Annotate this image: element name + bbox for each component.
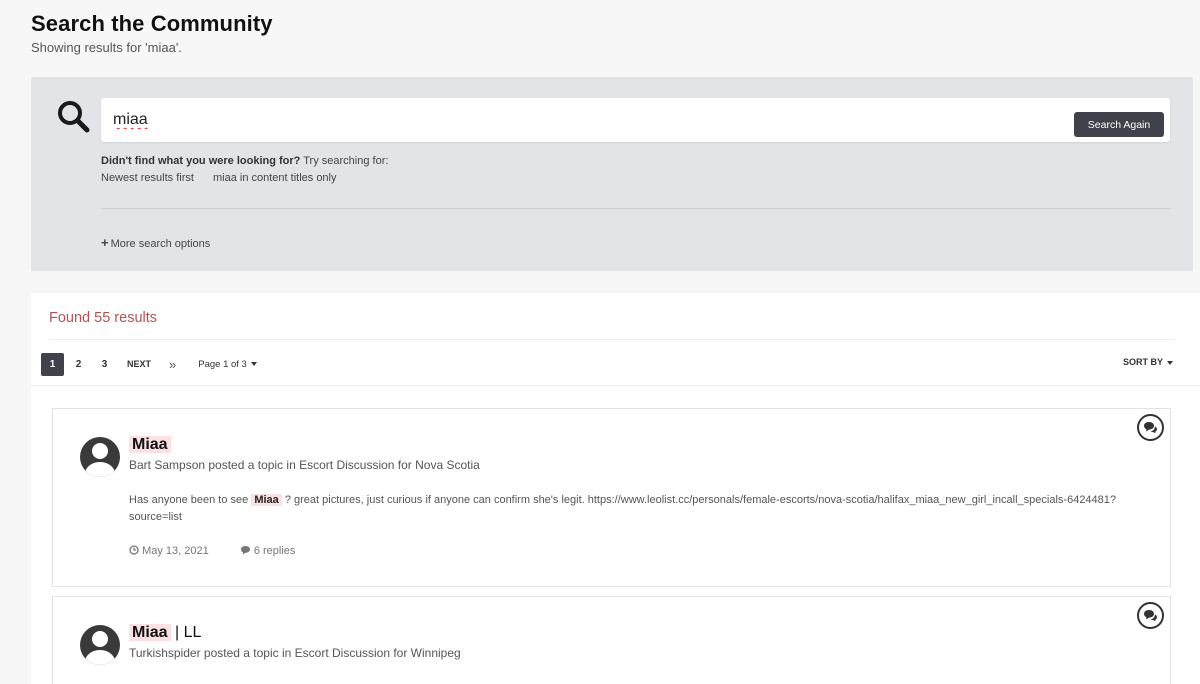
clock-icon (129, 545, 139, 555)
date-label: May 13, 2021 (142, 545, 209, 557)
plus-icon: + (101, 235, 109, 250)
next-page-button[interactable]: NEXT (127, 359, 151, 369)
result-card: Miaa | LL Turkishspider posted a topic i… (52, 596, 1171, 684)
result-meta: Bart Sampson posted a topic in Escort Di… (129, 458, 480, 472)
more-search-options-link[interactable]: + More search options (101, 235, 210, 250)
page-button-1[interactable]: 1 (41, 352, 64, 376)
results-count: Found 55 results (49, 310, 158, 326)
topic-type-icon (1137, 602, 1164, 629)
avatar[interactable] (80, 437, 120, 477)
suggestion-suffix: Try searching for: (300, 155, 389, 167)
avatar[interactable] (80, 625, 120, 665)
results-panel: Found 55 results 1 2 3 NEXT » Page 1 of … (31, 293, 1200, 684)
caret-down-icon (250, 361, 257, 366)
result-card: Miaa Bart Sampson posted a topic in Esco… (52, 408, 1171, 587)
replies-label: 6 replies (253, 545, 296, 557)
divider (31, 385, 1200, 386)
suggestion-link-titles-only[interactable]: miaa in content titles only (213, 172, 337, 184)
search-icon (58, 101, 90, 133)
sort-by-dropdown[interactable]: SORT BY (1123, 357, 1173, 367)
title-highlight: Miaa (129, 624, 171, 641)
result-snippet: Has anyone been to see Miaa ? great pict… (129, 492, 1119, 526)
divider (49, 339, 1175, 340)
more-options-label: More search options (110, 238, 211, 250)
result-date: May 13, 2021 (129, 545, 226, 557)
chat-bubbles-icon (1144, 610, 1157, 622)
result-title[interactable]: Miaa | LL (129, 624, 201, 642)
page-subtitle: Showing results for 'miaa'. (31, 40, 182, 55)
result-replies: 6 replies (240, 545, 310, 557)
result-stats: May 13, 2021 6 replies (129, 545, 323, 557)
suggestion-link-newest[interactable]: Newest results first (101, 172, 194, 184)
chat-bubbles-icon (1144, 422, 1157, 434)
caret-down-icon (1167, 360, 1173, 365)
suggestion-links: Newest results first miaa in content tit… (101, 172, 353, 184)
divider (101, 208, 1171, 209)
search-box: Search Again (101, 98, 1170, 142)
page-button-3[interactable]: 3 (93, 353, 116, 376)
page-jump-dropdown[interactable]: Page 1 of 3 (198, 359, 257, 370)
search-again-button[interactable]: Search Again (1074, 112, 1164, 137)
search-panel: Search Again Didn't find what you were l… (31, 77, 1193, 271)
title-highlight: Miaa (129, 436, 171, 453)
result-title[interactable]: Miaa (129, 436, 171, 454)
suggestion-prefix: Didn't find what you were looking for? (101, 155, 301, 167)
page-title: Search the Community (31, 11, 273, 36)
result-meta: Turkishspider posted a topic in Escort D… (129, 646, 461, 660)
snippet-before: Has anyone been to see (129, 494, 252, 506)
last-page-icon[interactable]: » (169, 357, 176, 372)
topic-type-icon (1137, 414, 1164, 441)
suggestion-text: Didn't find what you were looking for? T… (101, 155, 388, 167)
sort-by-label: SORT BY (1122, 357, 1163, 367)
page-button-2[interactable]: 2 (67, 353, 90, 376)
title-rest: | LL (170, 624, 202, 641)
snippet-highlight: Miaa (251, 494, 282, 506)
page-of-label: Page 1 of 3 (198, 358, 247, 370)
comment-icon (240, 546, 250, 555)
search-input[interactable] (113, 109, 1053, 131)
pagination: 1 2 3 NEXT » Page 1 of 3 (41, 352, 257, 376)
